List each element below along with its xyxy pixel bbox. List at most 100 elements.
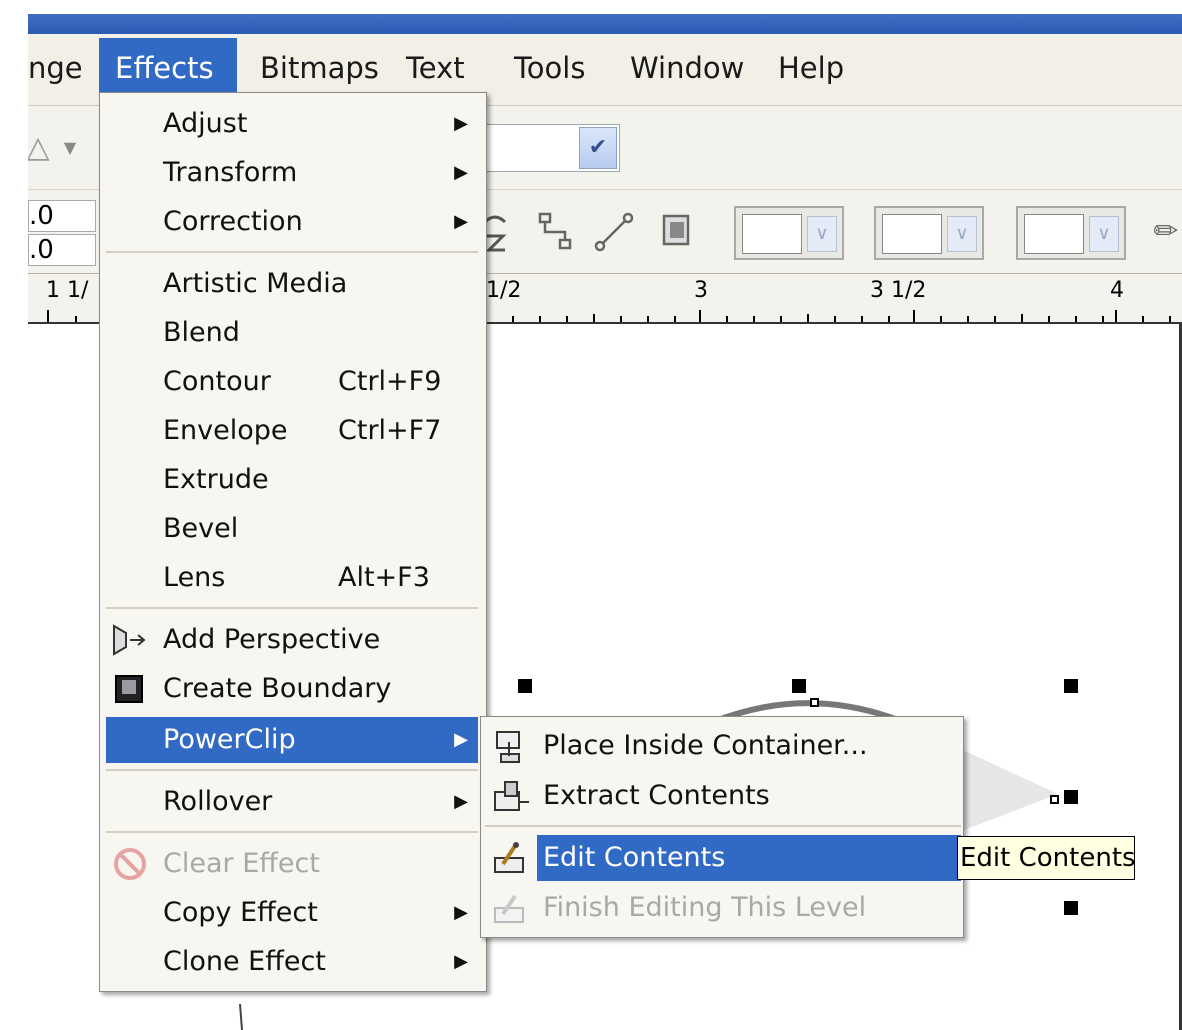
- submenu-arrow-icon: ▶: [454, 211, 468, 232]
- menu-item-copy-effect[interactable]: Copy Effect ▶: [106, 890, 478, 936]
- submenu-arrow-icon: ▶: [454, 951, 468, 972]
- chevron-down-icon[interactable]: ▼: [50, 126, 90, 170]
- ruler-label: 1 1/: [46, 278, 89, 303]
- outline-color-picker[interactable]: ∨: [734, 206, 844, 260]
- menu-item-label: Adjust: [163, 108, 248, 139]
- effects-menu: Adjust ▶ Transform ▶ Correction ▶ Artist…: [99, 92, 487, 992]
- menu-item-correction[interactable]: Correction ▶: [106, 199, 478, 245]
- menu-item-label: Clone Effect: [163, 946, 326, 977]
- chevron-down-icon[interactable]: ✔: [579, 127, 617, 169]
- menu-item-shortcut: Alt+F3: [338, 562, 430, 593]
- menu-item-label: Place Inside Container...: [543, 730, 868, 761]
- menu-item-lens[interactable]: Lens Alt+F3: [106, 555, 478, 601]
- menu-window[interactable]: Window: [614, 38, 760, 98]
- menu-item-label: Contour: [163, 366, 271, 397]
- fill-color-picker[interactable]: ∨: [874, 206, 984, 260]
- menu-item-extract-contents[interactable]: Extract Contents: [485, 773, 961, 819]
- menu-separator: [106, 607, 478, 609]
- menu-item-bevel[interactable]: Bevel: [106, 506, 478, 552]
- menu-item-label: Add Perspective: [163, 624, 381, 655]
- node-handle[interactable]: [1050, 795, 1059, 804]
- menu-item-contour[interactable]: Contour Ctrl+F9: [106, 359, 478, 405]
- color-swatch: [882, 214, 942, 254]
- clear-effect-icon: [110, 847, 150, 881]
- x-position-field[interactable]: .0: [28, 200, 96, 232]
- menu-item-label: Correction: [163, 206, 303, 237]
- tooltip: Edit Contents: [957, 836, 1136, 880]
- canvas-line: [239, 1003, 243, 1030]
- finish-editing-icon: [489, 890, 533, 926]
- chevron-down-icon[interactable]: ∨: [947, 216, 977, 252]
- menu-item-shortcut: Ctrl+F7: [338, 415, 442, 446]
- menu-item-create-boundary[interactable]: Create Boundary: [106, 666, 478, 712]
- menu-item-label: Extract Contents: [543, 780, 770, 811]
- menu-item-add-perspective[interactable]: Add Perspective: [106, 617, 478, 663]
- menu-item-finish-editing[interactable]: Finish Editing This Level: [485, 885, 961, 931]
- color-swatch: [742, 214, 802, 254]
- menu-item-envelope[interactable]: Envelope Ctrl+F7: [106, 408, 478, 454]
- menu-item-artistic-media[interactable]: Artistic Media: [106, 261, 478, 307]
- menu-item-extrude[interactable]: Extrude: [106, 457, 478, 503]
- powerclip-submenu: Place Inside Container... Extract Conten…: [480, 716, 964, 938]
- menu-item-label: Rollover: [163, 786, 273, 817]
- menu-item-label: Blend: [163, 317, 240, 348]
- submenu-arrow-icon: ▶: [454, 162, 468, 183]
- menu-item-clear-effect[interactable]: Clear Effect: [106, 841, 478, 887]
- menu-item-place-inside-container[interactable]: Place Inside Container...: [485, 723, 961, 769]
- ruler-label: 3: [694, 278, 708, 303]
- menu-separator: [106, 831, 478, 833]
- menu-item-label: Create Boundary: [163, 673, 392, 704]
- menu-effects[interactable]: Effects: [99, 38, 237, 98]
- menu-bitmaps[interactable]: Bitmaps: [244, 38, 395, 98]
- y-position-field[interactable]: .0: [28, 234, 96, 266]
- ruler-label: 1/2: [486, 278, 522, 303]
- submenu-arrow-icon: ▶: [454, 113, 468, 134]
- menu-item-label: Artistic Media: [163, 268, 348, 299]
- submenu-arrow-icon: ▶: [454, 791, 468, 812]
- submenu-arrow-icon: ▶: [454, 902, 468, 923]
- background-color-picker[interactable]: ∨: [1016, 206, 1126, 260]
- chevron-down-icon[interactable]: ∨: [1089, 216, 1119, 252]
- menu-separator: [485, 825, 961, 827]
- menu-item-clone-effect[interactable]: Clone Effect ▶: [106, 939, 478, 985]
- chevron-down-icon[interactable]: ∨: [807, 216, 837, 252]
- title-bar: [28, 14, 1182, 34]
- menu-item-transform[interactable]: Transform ▶: [106, 150, 478, 196]
- menu-item-edit-contents[interactable]: Edit Contents: [485, 835, 961, 881]
- menu-item-label: Lens: [163, 562, 226, 593]
- menu-item-powerclip[interactable]: PowerClip ▶: [106, 717, 478, 763]
- menu-item-label: Edit Contents: [543, 842, 726, 873]
- selection-handle[interactable]: [1064, 901, 1078, 915]
- selection-handle[interactable]: [792, 679, 806, 693]
- copy-properties-icon[interactable]: [658, 210, 698, 254]
- submenu-arrow-icon: ▶: [454, 729, 468, 750]
- menu-item-label: Envelope: [163, 415, 288, 446]
- menu-item-label: Copy Effect: [163, 897, 318, 928]
- menu-item-label: Finish Editing This Level: [543, 892, 867, 923]
- menu-item-label: PowerClip: [163, 724, 296, 755]
- menu-tools[interactable]: Tools: [498, 38, 601, 98]
- menu-arrange[interactable]: nge: [28, 38, 99, 98]
- menu-text[interactable]: Text: [390, 38, 481, 98]
- pen-tool-icon[interactable]: ✏: [1146, 210, 1182, 254]
- menu-item-adjust[interactable]: Adjust ▶: [106, 101, 478, 147]
- menu-item-blend[interactable]: Blend: [106, 310, 478, 356]
- selection-handle[interactable]: [1064, 790, 1078, 804]
- ruler-label: 3 1/2: [870, 278, 927, 303]
- menu-item-label: Clear Effect: [163, 848, 320, 879]
- rotation-center-handle[interactable]: [810, 698, 819, 707]
- menu-help[interactable]: Help: [762, 38, 860, 98]
- menu-separator: [106, 769, 478, 771]
- place-inside-icon: [489, 728, 533, 764]
- selection-handle[interactable]: [518, 679, 532, 693]
- extract-icon: [489, 778, 533, 814]
- menu-separator: [106, 251, 478, 253]
- connector-icon[interactable]: [536, 210, 576, 254]
- edit-contents-icon: [489, 840, 533, 876]
- menu-item-label: Bevel: [163, 513, 239, 544]
- menu-item-rollover[interactable]: Rollover ▶: [106, 779, 478, 825]
- zoom-combo[interactable]: ✔: [480, 124, 620, 172]
- selection-handle[interactable]: [1064, 679, 1078, 693]
- menu-item-label: Extrude: [163, 464, 269, 495]
- line-tool-icon[interactable]: [592, 210, 634, 254]
